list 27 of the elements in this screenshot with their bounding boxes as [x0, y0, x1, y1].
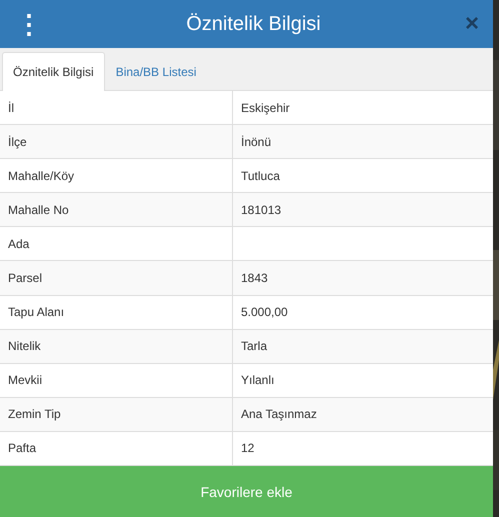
table-cell: Zemin Tip	[8, 407, 61, 422]
table-cell: İl	[8, 100, 14, 115]
table-cell: Tapu Alanı	[8, 305, 64, 320]
table-cell: 12	[241, 441, 254, 456]
table-cell: Mevkii	[8, 373, 42, 388]
table-cell: Eskişehir	[241, 100, 290, 115]
table-cell: Mahalle/Köy	[8, 168, 74, 183]
table-cell: Pafta	[8, 441, 36, 456]
table-cell: 181013	[241, 202, 282, 217]
tab[interactable]: Bina/BB Listesi	[104, 52, 208, 91]
table-cell: Yılanlı	[241, 373, 274, 388]
table-cell: 1843	[241, 271, 268, 286]
table-cell: Mahalle No	[8, 202, 69, 217]
tab[interactable]: Öznitelik Bilgisi	[2, 52, 105, 91]
table-cell: Parsel	[8, 271, 42, 286]
dialog-title: Öznitelik Bilgisi	[186, 12, 321, 36]
table-cell: Ada	[8, 236, 30, 251]
add-favorites-button[interactable]: Favorilere ekle	[0, 466, 493, 517]
table-cell: Tarla	[241, 339, 268, 354]
close-icon[interactable]: ×	[464, 12, 479, 36]
table-cell: 5.000,00	[241, 305, 288, 320]
table-cell: Nitelik	[8, 339, 41, 354]
table-cell: Ana Taşınmaz	[241, 407, 317, 422]
table-cell: İnönü	[241, 134, 272, 149]
menu-icon[interactable]: ⋮	[16, 11, 42, 37]
table-cell: Tutluca	[241, 168, 280, 183]
table-cell: İlçe	[8, 134, 27, 149]
